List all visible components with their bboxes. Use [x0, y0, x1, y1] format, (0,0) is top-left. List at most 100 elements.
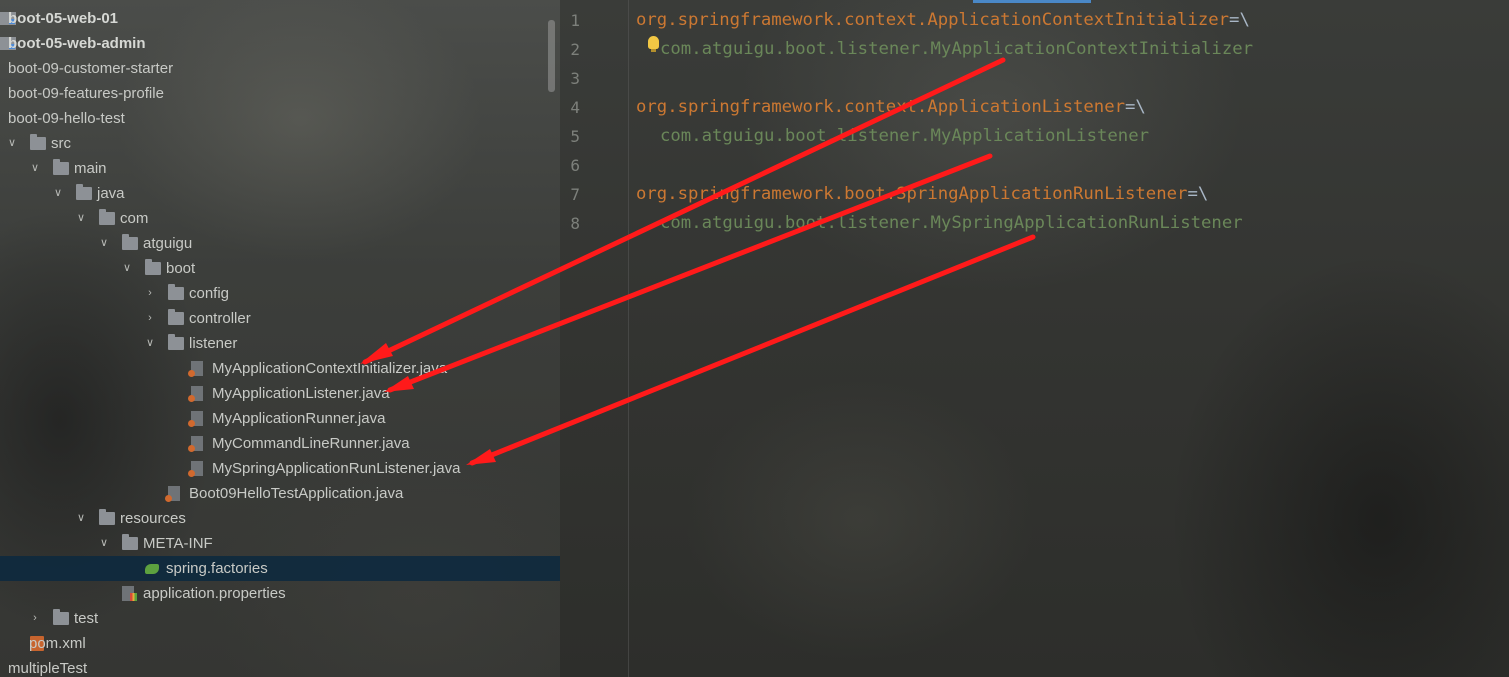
line-number: 7 — [570, 185, 580, 204]
property-value: com.atguigu.boot.listener.MyApplicationL… — [660, 126, 1149, 146]
tree-item-label: listener — [189, 335, 238, 352]
line-number: 5 — [570, 127, 580, 146]
line-number: 2 — [570, 40, 580, 59]
java-file-icon — [188, 436, 203, 452]
chevron-down-icon[interactable]: ∨ — [75, 206, 87, 231]
property-separator: =\ — [1229, 10, 1250, 30]
folder-icon — [53, 159, 69, 175]
tree-item[interactable]: ∨ boot — [0, 256, 560, 281]
active-tab-indicator — [973, 0, 1091, 3]
property-key: org.springframework.boot.SpringApplicati… — [636, 184, 1188, 204]
property-key: org.springframework.context.ApplicationC… — [636, 10, 1230, 30]
tree-item[interactable]: application.properties — [0, 581, 560, 606]
tree-item-label: pom.xml — [29, 635, 86, 652]
line-number: 6 — [570, 156, 580, 175]
tree-item[interactable]: ∨ resources — [0, 506, 560, 531]
folder-icon — [168, 334, 184, 350]
tree-item-label: boot-09-customer-starter — [8, 60, 174, 77]
tree-item[interactable]: ∨ java — [0, 181, 560, 206]
project-tree-panel: boot-05-web-01 boot-05-web-admin boot-09-c… — [0, 0, 560, 677]
tree-item[interactable]: MyApplicationListener.java — [0, 381, 560, 406]
tree-item[interactable]: Boot09HelloTestApplication.java — [0, 481, 560, 506]
tree-item[interactable]: ∨ src — [0, 131, 560, 156]
tree-item[interactable]: pom.xml — [0, 631, 560, 656]
tree-item[interactable]: boot-09-customer-starter — [0, 56, 560, 81]
chevron-right-icon[interactable]: › — [144, 281, 156, 306]
tree-item[interactable]: MyCommandLineRunner.java — [0, 431, 560, 456]
chevron-down-icon[interactable]: ∨ — [6, 131, 18, 156]
code-line[interactable]: com.atguigu.boot.listener.MySpringApplic… — [660, 209, 1243, 238]
property-value: com.atguigu.boot.listener.MyApplicationC… — [660, 39, 1254, 59]
tree-item-label: config — [189, 285, 230, 302]
line-number-gutter: 1 2 3 4 5 6 7 8 — [560, 0, 629, 677]
chevron-down-icon[interactable]: ∨ — [29, 156, 41, 181]
tree-item[interactable]: multipleTest — [0, 656, 560, 677]
tree-item-label: java — [97, 185, 125, 202]
folder-icon — [99, 509, 115, 525]
code-line[interactable]: org.springframework.boot.SpringApplicati… — [636, 180, 1208, 209]
tree-item[interactable]: ∨ main — [0, 156, 560, 181]
code-line[interactable]: org.springframework.context.ApplicationL… — [636, 93, 1146, 122]
tree-scrollbar[interactable] — [548, 20, 555, 92]
tree-item[interactable]: boot-09-features-profile — [0, 81, 560, 106]
chevron-down-icon[interactable]: ∨ — [75, 506, 87, 531]
line-number: 8 — [570, 214, 580, 233]
code-line[interactable]: org.springframework.context.ApplicationC… — [636, 6, 1250, 35]
property-separator: =\ — [1125, 97, 1146, 117]
tree-item-label: src — [51, 135, 71, 152]
line-number: 3 — [570, 69, 580, 88]
folder-icon — [30, 134, 46, 150]
tree-item-label: MySpringApplicationRunListener.java — [212, 460, 461, 477]
chevron-down-icon[interactable]: ∨ — [98, 531, 110, 556]
lightbulb-icon[interactable] — [648, 36, 659, 52]
tree-item[interactable]: ∨ listener — [0, 331, 560, 356]
chevron-down-icon[interactable]: ∨ — [144, 331, 156, 356]
spring-factories-icon — [145, 564, 159, 574]
tree-item-label: boot — [166, 260, 196, 277]
tree-item-label: main — [74, 160, 107, 177]
tree-item[interactable]: ∨ com — [0, 206, 560, 231]
java-file-icon — [188, 411, 203, 427]
tree-item-label: multipleTest — [8, 660, 88, 677]
chevron-down-icon[interactable]: ∨ — [98, 231, 110, 256]
folder-icon — [76, 184, 92, 200]
tree-item[interactable]: ∨ META-INF — [0, 531, 560, 556]
code-line[interactable]: com.atguigu.boot.listener.MyApplicationL… — [660, 122, 1149, 151]
chevron-right-icon[interactable]: › — [29, 606, 41, 631]
tree-item[interactable]: › test — [0, 606, 560, 631]
line-number: 1 — [570, 11, 580, 30]
tree-item-label: atguigu — [143, 235, 193, 252]
folder-icon — [122, 534, 138, 550]
tree-item-label: Boot09HelloTestApplication.java — [189, 485, 404, 502]
tree-item-label: MyApplicationRunner.java — [212, 410, 386, 427]
tree-item[interactable]: MyApplicationRunner.java — [0, 406, 560, 431]
tree-item-label: application.properties — [143, 585, 286, 602]
chevron-down-icon[interactable]: ∨ — [52, 181, 64, 206]
tree-item[interactable]: MySpringApplicationRunListener.java — [0, 456, 560, 481]
tree-item[interactable]: MyApplicationContextInitializer.java — [0, 356, 560, 381]
code-editor[interactable]: 1 2 3 4 5 6 7 8 org.springframework.context.App… — [560, 0, 1509, 677]
tree-item[interactable]: spring.factories — [0, 556, 560, 581]
folder-icon — [168, 284, 184, 300]
tree-item-label: boot-09-hello-test — [8, 110, 125, 127]
tree-item[interactable]: boot-05-web-01 — [0, 6, 560, 31]
property-value: com.atguigu.boot.listener.MySpringApplic… — [660, 213, 1243, 233]
chevron-right-icon[interactable]: › — [144, 306, 156, 331]
tree-item[interactable]: ∨ atguigu — [0, 231, 560, 256]
tree-item-label: boot-05-web-admin — [8, 35, 146, 52]
tree-item-label: test — [74, 610, 99, 627]
tree-item[interactable]: boot-05-web-admin — [0, 31, 560, 56]
code-line[interactable]: com.atguigu.boot.listener.MyApplicationC… — [660, 35, 1253, 64]
tree-item[interactable]: › controller — [0, 306, 560, 331]
chevron-down-icon[interactable]: ∨ — [121, 256, 133, 281]
folder-icon — [145, 259, 161, 275]
folder-icon — [99, 209, 115, 225]
folder-icon — [168, 309, 184, 325]
property-key: org.springframework.context.ApplicationL… — [636, 97, 1125, 117]
properties-file-icon — [122, 586, 137, 601]
java-file-icon — [188, 386, 203, 402]
tree-item[interactable]: boot-09-hello-test — [0, 106, 560, 131]
line-number: 4 — [570, 98, 580, 117]
folder-icon — [53, 609, 69, 625]
tree-item[interactable]: › config — [0, 281, 560, 306]
